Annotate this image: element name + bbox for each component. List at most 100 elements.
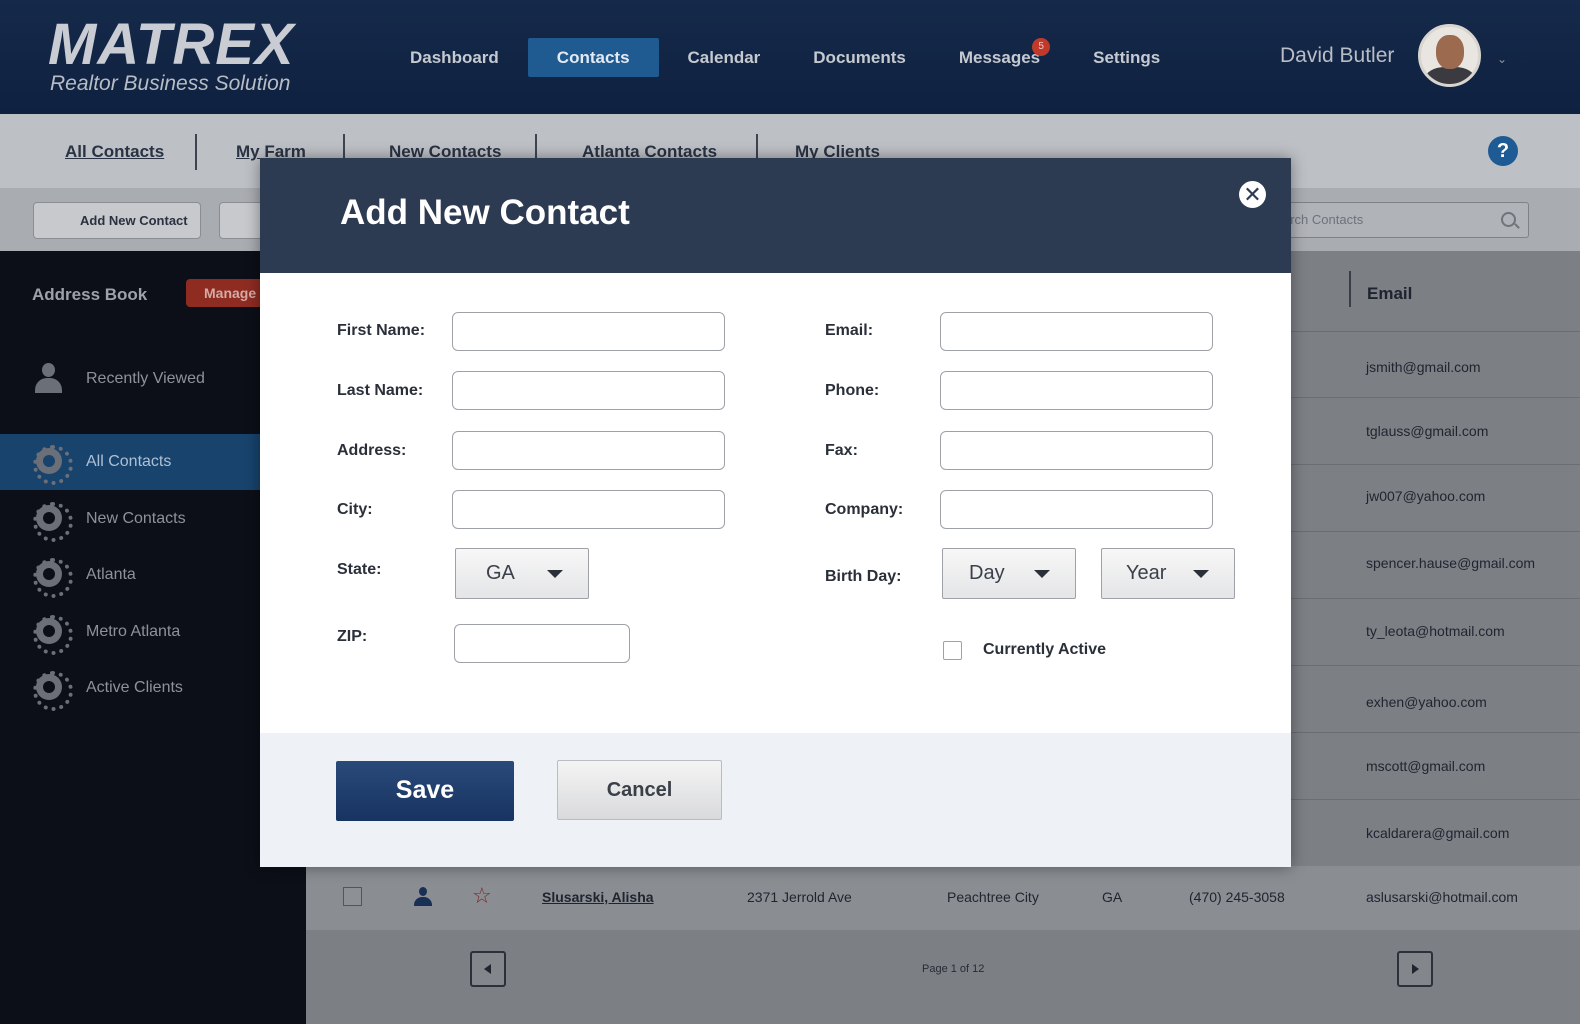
- table-cell-email[interactable]: kcaldarera@gmail.com: [1366, 825, 1509, 841]
- gear-icon: [33, 558, 73, 598]
- person-icon: [34, 363, 62, 393]
- close-icon[interactable]: ✕: [1239, 181, 1266, 208]
- sidebar-item-label: Recently Viewed: [86, 370, 205, 387]
- subtab-all-contacts[interactable]: All Contacts: [65, 142, 164, 162]
- logo-text: MATREX: [48, 12, 295, 77]
- table-cell-phone: (470) 245-3058: [1189, 889, 1285, 905]
- sidebar-item-label: Atlanta: [86, 566, 136, 583]
- table-cell-state: GA: [1102, 889, 1123, 905]
- nav-calendar[interactable]: Calendar: [664, 38, 785, 77]
- table-cell-email[interactable]: mscott@gmail.com: [1366, 758, 1485, 774]
- table-cell-email[interactable]: spencer.hause@gmail.com: [1366, 555, 1535, 571]
- table-cell-address: 2371 Jerrold Ave: [747, 889, 852, 905]
- city-field[interactable]: [452, 490, 725, 529]
- previous-page-button[interactable]: [470, 951, 506, 987]
- table-cell-email[interactable]: ty_leota@hotmail.com: [1366, 623, 1505, 639]
- chevron-down-icon: [1193, 570, 1209, 578]
- row-checkbox[interactable]: [343, 887, 362, 906]
- nav-dashboard[interactable]: Dashboard: [386, 38, 523, 77]
- column-divider: [1349, 271, 1351, 307]
- sidebar-item-label: Active Clients: [86, 679, 183, 696]
- nav-settings[interactable]: Settings: [1069, 38, 1184, 77]
- modal-footer: Save Cancel: [260, 733, 1291, 867]
- row-divider: [1291, 531, 1580, 532]
- chevron-down-icon: [547, 570, 563, 578]
- phone-label: Phone:: [825, 382, 880, 399]
- user-name[interactable]: David Butler: [1280, 44, 1394, 68]
- email-field[interactable]: [940, 312, 1213, 351]
- email-column-header[interactable]: Email: [1367, 284, 1412, 304]
- row-divider: [1291, 397, 1580, 398]
- sidebar-item-label: All Contacts: [86, 453, 172, 470]
- contact-name-link[interactable]: Slusarski, Alisha: [542, 889, 654, 905]
- currently-active-checkbox[interactable]: [943, 641, 962, 660]
- table-cell-email[interactable]: exhen@yahoo.com: [1366, 694, 1487, 710]
- avatar[interactable]: [1418, 24, 1481, 87]
- chevron-down-icon: [1034, 570, 1050, 578]
- last-name-label: Last Name:: [337, 382, 424, 399]
- day-value: Day: [969, 562, 1005, 584]
- top-header: MATREX Realtor Business Solution Dashboa…: [0, 0, 1580, 114]
- nav-documents[interactable]: Documents: [789, 38, 930, 77]
- table-cell-email[interactable]: tglauss@gmail.com: [1366, 423, 1488, 439]
- address-label: Address:: [337, 442, 407, 459]
- table-cell-city: Peachtree City: [947, 889, 1039, 905]
- app-logo[interactable]: MATREX Realtor Business Solution: [48, 16, 295, 96]
- birthday-day-select[interactable]: Day: [942, 548, 1076, 599]
- row-divider: [1291, 331, 1580, 332]
- main-nav: Dashboard Contacts Calendar Documents Me…: [386, 38, 1189, 77]
- fax-field[interactable]: [940, 431, 1213, 470]
- first-name-label: First Name:: [337, 322, 426, 339]
- row-divider: [1291, 732, 1580, 733]
- search-input[interactable]: arch Contacts: [1268, 202, 1529, 238]
- gear-icon: [33, 502, 73, 542]
- city-label: City:: [337, 501, 373, 518]
- email-label: Email:: [825, 322, 874, 339]
- star-icon[interactable]: ☆: [472, 883, 492, 909]
- messages-count-badge: 5: [1032, 38, 1051, 56]
- zip-label: ZIP:: [337, 628, 368, 645]
- logo-tagline: Realtor Business Solution: [50, 72, 291, 95]
- search-icon[interactable]: [1501, 212, 1516, 227]
- birthday-label: Birth Day:: [825, 568, 902, 585]
- currently-active-label[interactable]: Currently Active: [983, 641, 1106, 659]
- gear-icon: [33, 671, 73, 711]
- person-icon[interactable]: [414, 887, 432, 907]
- zip-field[interactable]: [454, 624, 630, 663]
- state-select[interactable]: GA: [455, 548, 589, 599]
- nav-messages[interactable]: Messages 5: [935, 38, 1064, 77]
- sidebar-title: Address Book: [32, 285, 148, 304]
- first-name-field[interactable]: [452, 312, 725, 351]
- modal-header: Add New Contact ✕: [260, 158, 1291, 273]
- year-value: Year: [1126, 562, 1167, 584]
- gear-icon: [33, 445, 73, 485]
- fax-label: Fax:: [825, 442, 858, 459]
- table-cell-email[interactable]: jw007@yahoo.com: [1366, 488, 1485, 504]
- gear-icon: [33, 615, 73, 655]
- save-button[interactable]: Save: [336, 761, 514, 821]
- table-cell-email[interactable]: jsmith@gmail.com: [1366, 359, 1481, 375]
- birthday-year-select[interactable]: Year: [1101, 548, 1235, 599]
- page-indicator: Page 1 of 12: [922, 963, 985, 975]
- add-contact-modal: Add New Contact ✕ First Name: Last Name:…: [260, 158, 1291, 867]
- nav-contacts[interactable]: Contacts: [527, 38, 659, 77]
- cancel-button[interactable]: Cancel: [557, 760, 722, 820]
- table-row[interactable]: ☆ Slusarski, Alisha 2371 Jerrold Ave Pea…: [306, 866, 1580, 930]
- chevron-down-icon[interactable]: ⌄: [1497, 52, 1507, 66]
- company-field[interactable]: [940, 490, 1213, 529]
- address-field[interactable]: [452, 431, 725, 470]
- pagination: Page 1 of 12: [306, 930, 1580, 1024]
- add-contact-label: Add New Contact: [80, 213, 188, 228]
- modal-title: Add New Contact: [340, 193, 630, 232]
- next-page-button[interactable]: [1397, 951, 1433, 987]
- help-icon[interactable]: ?: [1488, 136, 1518, 166]
- add-new-contact-button[interactable]: Add New Contact: [33, 202, 201, 239]
- table-cell-email[interactable]: aslusarski@hotmail.com: [1366, 889, 1518, 905]
- last-name-field[interactable]: [452, 371, 725, 410]
- sidebar-item-label: Metro Atlanta: [86, 623, 181, 640]
- nav-messages-label: Messages: [958, 48, 1041, 67]
- state-label: State:: [337, 561, 382, 578]
- state-value: GA: [486, 562, 515, 584]
- phone-field[interactable]: [940, 371, 1213, 410]
- sidebar-item-label: New Contacts: [86, 510, 186, 527]
